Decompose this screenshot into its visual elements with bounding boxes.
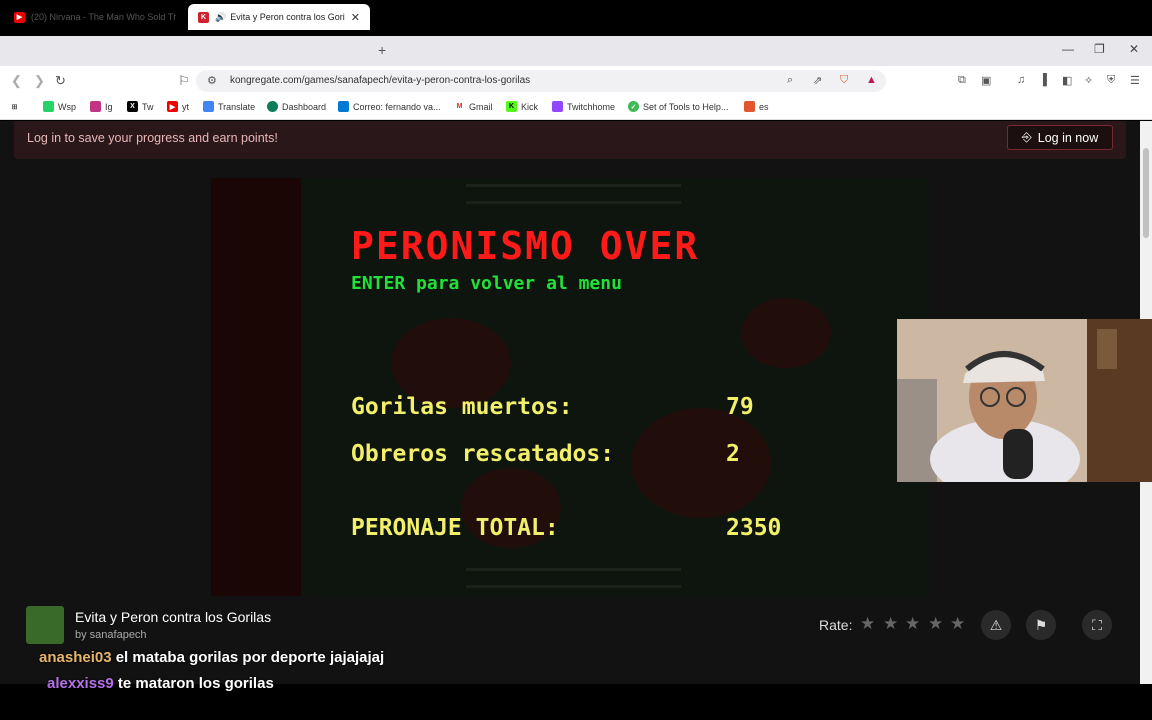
game-title[interactable]: Evita y Peron contra los Gorilas (75, 609, 271, 625)
extensions-icon[interactable]: ⧉ (958, 74, 966, 87)
stat-value: 79 (726, 394, 754, 420)
url-text: kongregate.com/games/sanafapech/evita-y-… (230, 75, 531, 86)
youtube-icon: ▶ (167, 101, 178, 112)
star-icon[interactable]: ★ (860, 614, 875, 634)
translate-icon (203, 101, 214, 112)
forward-icon[interactable]: ❯ (34, 73, 45, 89)
stat-label: Obreros rescatados: (351, 441, 615, 467)
star-icon[interactable]: ★ (883, 614, 898, 634)
chat-message: anashei03 el mataba gorilas por deporte … (39, 649, 384, 666)
brave-rewards-icon[interactable]: ▲ (866, 74, 877, 86)
top-fence (466, 184, 681, 204)
gmail-icon: M (454, 101, 465, 112)
audio-icon: 🔊 (215, 11, 227, 22)
enter-hint: ENTER para volver al menu (351, 273, 622, 294)
screenshot-icon[interactable]: ▣ (981, 74, 991, 87)
total-label: PERONAJE TOTAL: (351, 515, 559, 541)
star-icon[interactable]: ★ (928, 614, 943, 634)
whatsapp-icon (43, 101, 54, 112)
new-tab-icon[interactable]: + (378, 42, 386, 58)
chat-text: te mataron los gorilas (117, 675, 274, 692)
kongregate-icon: K (198, 11, 209, 23)
blood-splatter (631, 408, 771, 518)
tab-nirvana[interactable]: ▶ (20) Nirvana - The Man Who Sold Th (4, 4, 186, 30)
bookmark-correo[interactable]: Correo: fernando va... (338, 101, 441, 112)
bookmark-dashboard[interactable]: Dashboard (267, 101, 326, 112)
restore-icon[interactable]: ❐ (1094, 42, 1105, 56)
tab-title: Evita y Peron contra los Gorila (230, 12, 345, 22)
twitch-icon (552, 101, 563, 112)
stat-label: Gorilas muertos: (351, 394, 573, 420)
close-window-icon[interactable]: ✕ (1129, 42, 1139, 56)
menu-icon[interactable]: ☰ (1130, 74, 1140, 87)
game-canvas[interactable]: PERONISMO OVER ENTER para volver al menu… (211, 178, 930, 596)
close-tab-icon[interactable]: ✕ (351, 11, 360, 24)
check-icon: ✓ (628, 101, 639, 112)
bookmark-yt[interactable]: ▶ yt (167, 101, 189, 112)
blood-splatter (741, 298, 831, 368)
apps-icon[interactable]: ⊞ (9, 101, 24, 112)
chat-text: el mataba gorilas por deporte jajajajaj (115, 649, 385, 666)
webcam-overlay (897, 319, 1152, 482)
vpn-icon[interactable]: ⛨ (1107, 74, 1115, 87)
chat-message: alexxiss9 te mataron los gorilas (47, 675, 274, 692)
leo-icon[interactable]: ✧ (1084, 74, 1093, 87)
scrollbar-thumb[interactable] (1143, 148, 1149, 238)
game-left-bar (211, 178, 301, 596)
tab-title: (20) Nirvana - The Man Who Sold Th (31, 12, 176, 22)
bookmark-gmail[interactable]: M Gmail (454, 101, 493, 112)
rate-label: Rate: (819, 617, 853, 633)
total-value: 2350 (726, 515, 782, 541)
minimize-icon[interactable]: — (1062, 42, 1074, 56)
bookmark-ig[interactable]: Ig (90, 101, 113, 112)
bookmark-es[interactable]: es (744, 101, 769, 112)
sidebar-icon[interactable]: ▐ (1039, 74, 1047, 86)
media-icon[interactable]: ♫ (1017, 74, 1025, 86)
login-message: Log in to save your progress and earn po… (27, 131, 278, 145)
streamer-figure (897, 319, 1152, 482)
game-author[interactable]: by sanafapech (75, 629, 147, 641)
bookmark-icon[interactable]: ⚐ (178, 73, 190, 89)
kick-icon: K (506, 101, 517, 112)
login-button[interactable]: ⎆ Log in now (1007, 125, 1113, 150)
flag-icon[interactable]: ⚑ (1026, 610, 1056, 640)
bottom-fence (466, 568, 681, 588)
game-thumbnail[interactable] (26, 606, 64, 644)
dashboard-icon (267, 101, 278, 112)
fullscreen-icon[interactable]: ⛶ (1082, 610, 1112, 640)
reload-icon[interactable]: ↻ (55, 73, 66, 89)
tab-kongregate[interactable]: K 🔊 Evita y Peron contra los Gorila ✕ (188, 4, 370, 30)
x-icon: X (127, 101, 138, 112)
bookmark-wsp[interactable]: Wsp (43, 101, 76, 112)
back-icon[interactable]: ❮ (11, 73, 22, 89)
game-over-title: PERONISMO OVER (351, 224, 700, 268)
login-icon: ⎆ (1021, 130, 1032, 144)
stat-value: 2 (726, 441, 740, 467)
star-icon[interactable]: ★ (905, 614, 920, 634)
outlook-icon (338, 101, 349, 112)
zoom-icon[interactable]: ⌕ (787, 74, 793, 87)
report-icon[interactable]: ⚠ (981, 610, 1011, 640)
share-icon[interactable]: ⇗ (813, 74, 822, 87)
wallet-icon[interactable]: ◧ (1062, 74, 1072, 87)
chat-username: alexxiss9 (47, 675, 114, 692)
bookmark-tools[interactable]: ✓ Set of Tools to Help... (628, 101, 728, 112)
youtube-icon: ▶ (14, 11, 25, 23)
tab-bar (0, 36, 1152, 66)
site-info-icon[interactable]: ⚙ (207, 74, 217, 87)
bookmark-kick[interactable]: K Kick (506, 101, 538, 112)
bookmark-twitch[interactable]: Twitchhome (552, 101, 615, 112)
instagram-icon (90, 101, 101, 112)
brave-icon (744, 101, 755, 112)
bookmark-tw[interactable]: X Tw (127, 101, 154, 112)
brave-shield-icon[interactable]: ⛉ (840, 74, 848, 87)
chat-username: anashei03 (39, 649, 112, 666)
star-icon[interactable]: ★ (950, 614, 965, 634)
bookmark-translate[interactable]: Translate (203, 101, 255, 112)
